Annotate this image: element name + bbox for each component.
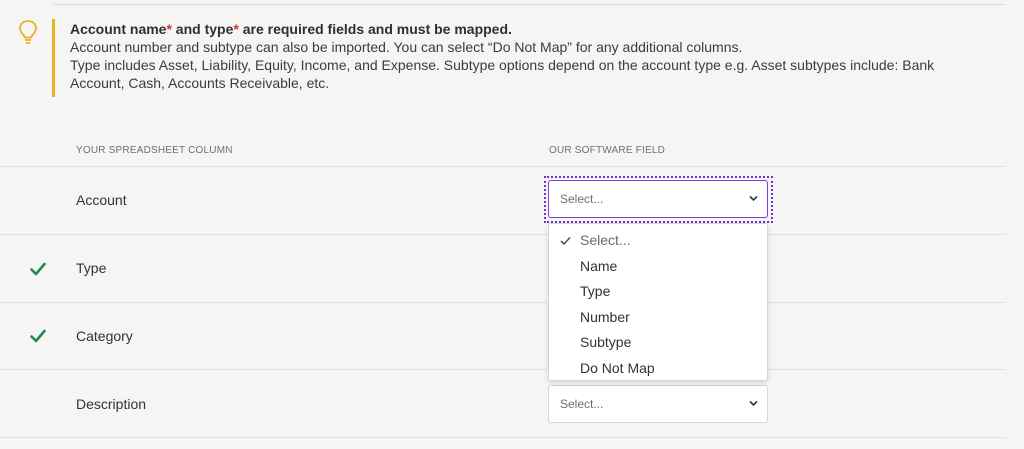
- notice-heading-account-name: Account name: [70, 21, 167, 37]
- column-header-software: OUR SOFTWARE FIELD: [549, 145, 666, 156]
- description-field-select[interactable]: Select...: [548, 385, 768, 423]
- notice-heading-rest: are required fields and must be mapped.: [238, 21, 512, 37]
- field-dropdown-menu: Select... Name Type Number Subtype Do No…: [548, 223, 768, 381]
- row-divider: [0, 166, 1006, 167]
- select-value: Select...: [560, 397, 604, 411]
- notice-line-2: Account number and subtype can also be i…: [70, 39, 743, 55]
- dropdown-option-select[interactable]: Select...: [549, 228, 767, 254]
- account-field-select[interactable]: Select...: [548, 180, 768, 218]
- row-divider: [0, 437, 1006, 438]
- dropdown-option-name[interactable]: Name: [549, 254, 767, 280]
- check-icon: [30, 329, 46, 343]
- row-label-description: Description: [76, 396, 147, 412]
- top-divider: [53, 4, 1006, 5]
- import-mapping-page: Account name* and type* are required fie…: [0, 0, 1024, 449]
- dropdown-option-number[interactable]: Number: [549, 305, 767, 331]
- dropdown-option-do-not-map[interactable]: Do Not Map: [549, 356, 767, 382]
- notice-line-3: Type includes Asset, Liability, Equity, …: [70, 57, 935, 91]
- select-value: Select...: [560, 192, 604, 206]
- column-header-spreadsheet: YOUR SPREADSHEET COLUMN: [76, 145, 233, 156]
- notice-heading: Account name* and type* are required fie…: [70, 20, 984, 38]
- checkmark-icon: [560, 236, 571, 246]
- lightbulb-icon: [19, 20, 37, 44]
- check-icon: [30, 262, 46, 276]
- row-label-type: Type: [76, 260, 107, 276]
- chevron-down-icon: [749, 400, 758, 407]
- row-divider: [0, 369, 1006, 370]
- row-label-account: Account: [76, 192, 127, 208]
- dropdown-option-label: Select...: [580, 232, 631, 248]
- notice-accent-bar: [52, 19, 55, 97]
- dropdown-option-subtype[interactable]: Subtype: [549, 330, 767, 356]
- row-divider: [0, 302, 1006, 303]
- notice-text: Account name* and type* are required fie…: [70, 20, 984, 92]
- dropdown-option-type[interactable]: Type: [549, 279, 767, 305]
- row-divider: [0, 234, 1006, 235]
- row-label-category: Category: [76, 328, 133, 344]
- notice-heading-type: and type: [171, 21, 234, 37]
- chevron-down-icon: [749, 195, 758, 202]
